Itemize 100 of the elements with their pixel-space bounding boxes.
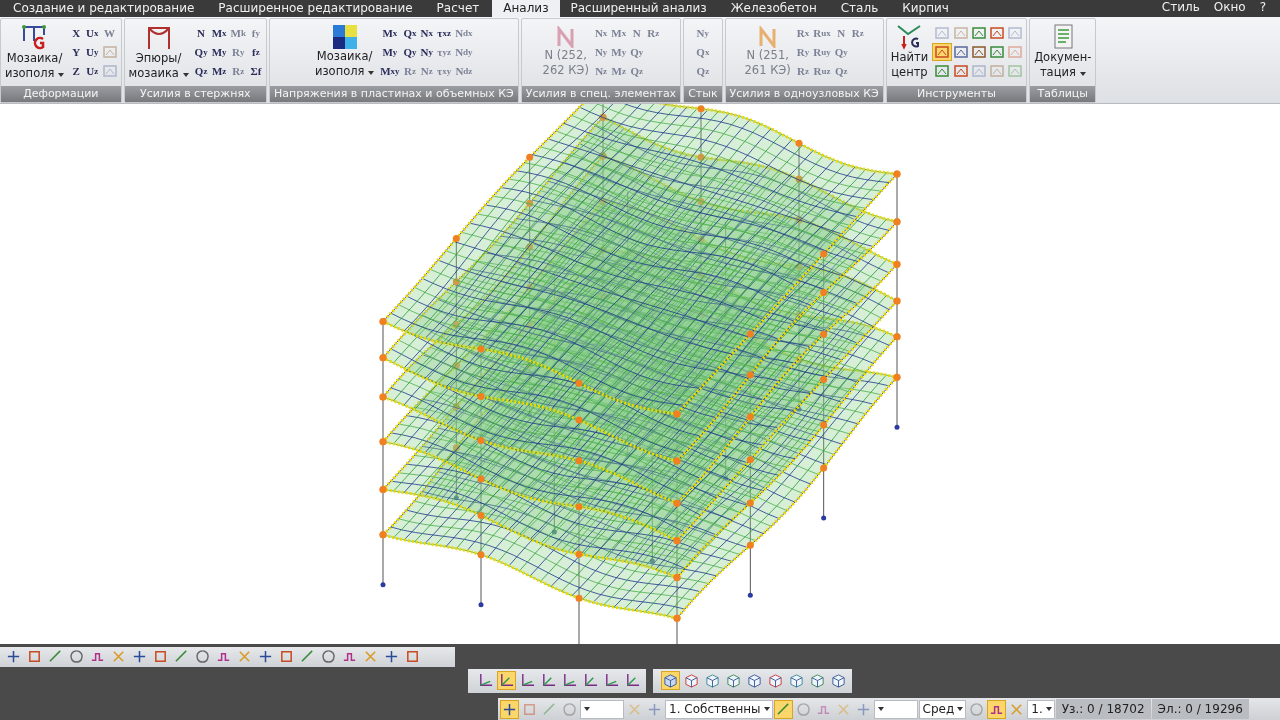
tool-icon	[1008, 63, 1023, 78]
tool-icon	[775, 701, 791, 717]
cube-icon	[705, 673, 720, 689]
large-tool-button[interactable]: Мозаика/ изополя	[3, 21, 67, 84]
tool-icon	[502, 701, 517, 717]
tool-icon	[1008, 25, 1023, 40]
tool-button[interactable]	[661, 671, 680, 691]
status-counter: Эл.: 0 / 19296	[1151, 699, 1249, 719]
tool-icon	[102, 44, 117, 59]
axes-icon	[896, 24, 923, 51]
caret-icon	[763, 707, 770, 711]
tool-button[interactable]	[745, 671, 764, 691]
tool-icon	[27, 649, 42, 665]
group-title: Стык	[684, 85, 722, 102]
tool-button[interactable]	[497, 671, 516, 691]
group-title: Усилия в спец. элементах	[521, 85, 681, 102]
caret-icon	[957, 707, 964, 711]
result-button[interactable]: Z	[68, 61, 85, 80]
large-tool-button[interactable]: Найти центр	[888, 22, 931, 83]
cube-icon	[810, 673, 825, 689]
menu-item[interactable]: Окно	[1213, 0, 1246, 17]
tool-icon	[1008, 44, 1023, 59]
axes-icon	[520, 673, 535, 689]
menu-item[interactable]: Стиль	[1161, 0, 1200, 17]
color-squares-icon	[332, 25, 357, 50]
menu-tab[interactable]: Железобетон	[719, 0, 828, 17]
menu-tab[interactable]: Сталь	[829, 0, 890, 17]
dropdown[interactable]: 1. Собственны	[665, 699, 773, 719]
tool-icon	[174, 649, 189, 665]
result-button[interactable]: Σf	[247, 61, 264, 80]
dropdown[interactable]: Сред	[918, 699, 967, 719]
tool-icon	[102, 63, 117, 78]
tool-icon	[363, 649, 378, 665]
caret-icon	[877, 707, 884, 711]
menu-item[interactable]: ?	[1259, 0, 1266, 17]
tool-icon	[990, 25, 1005, 40]
tool-icon	[321, 649, 336, 665]
tool-icon	[954, 25, 969, 40]
dropdown[interactable]	[873, 699, 918, 719]
cube-icon	[747, 673, 762, 689]
group-title: Таблицы	[1030, 85, 1096, 102]
tool-icon	[195, 649, 210, 665]
tool-icon	[237, 649, 252, 665]
tool-icon	[279, 649, 294, 665]
grid-letter-icon	[20, 23, 49, 52]
tool-icon	[972, 25, 987, 40]
tool-icon	[647, 701, 662, 717]
status-counter: Уз.: 0 / 18702	[1055, 699, 1151, 719]
status-button[interactable]	[987, 699, 1007, 719]
cube-icon	[831, 673, 846, 689]
tool-button[interactable]	[766, 671, 785, 691]
tool-button[interactable]	[829, 671, 848, 691]
tool-icon	[990, 44, 1005, 59]
status-button[interactable]	[500, 699, 519, 719]
dropdown[interactable]: 1.	[1027, 699, 1055, 719]
tool-button[interactable]	[787, 671, 806, 691]
axes-icon	[478, 673, 493, 689]
result-button[interactable]: X	[68, 23, 85, 42]
tool-icon	[935, 25, 950, 40]
axes-icon	[499, 673, 514, 689]
menu-tab[interactable]: Расширенный анализ	[559, 0, 718, 17]
menu-tab[interactable]: Создание и редактирование	[2, 0, 206, 17]
tool-icon	[405, 649, 420, 665]
large-tool-button[interactable]: Докумен- тация	[1032, 22, 1094, 83]
axes-icon	[604, 673, 619, 689]
cube-icon	[663, 673, 678, 689]
axes-icon	[583, 673, 598, 689]
menu-tab[interactable]: Кирпич	[891, 0, 960, 17]
status-button[interactable]	[773, 699, 793, 719]
group-title: Деформации	[1, 85, 121, 102]
menu-tab[interactable]: Анализ	[492, 0, 560, 17]
tool-icon	[1009, 701, 1025, 717]
tool-icon	[954, 63, 969, 78]
group-title: Усилия в одноузловых КЭ	[725, 85, 883, 102]
result-button[interactable]: N	[192, 23, 210, 42]
tool-icon	[855, 701, 871, 717]
result-button[interactable]: Y	[68, 42, 85, 61]
tool-icon	[542, 701, 557, 717]
menu-tab[interactable]: Расчет	[425, 0, 491, 17]
tool-icon	[522, 701, 537, 717]
tool-icon	[954, 44, 969, 59]
tool-button[interactable]	[932, 42, 953, 61]
dropdown[interactable]	[580, 699, 624, 719]
group-title: Инструменты	[886, 85, 1027, 102]
large-tool-button[interactable]: Мозаика/ изополя	[313, 23, 377, 82]
menu-tab[interactable]: Расширенное редактирование	[207, 0, 424, 17]
tool-button[interactable]	[703, 671, 722, 691]
letter-icon	[757, 26, 778, 49]
cube-icon	[684, 673, 699, 689]
tool-button[interactable]	[808, 671, 827, 691]
tool-icon	[969, 701, 985, 717]
tool-icon	[6, 649, 21, 665]
axes-icon	[562, 673, 577, 689]
group-title: Усилия в стержнях	[124, 85, 266, 102]
tool-button[interactable]	[682, 671, 701, 691]
large-tool-button[interactable]: Эпюры/ мозаика	[126, 21, 191, 84]
tool-icon	[132, 649, 147, 665]
axes-icon	[541, 673, 556, 689]
tool-button[interactable]	[724, 671, 743, 691]
tool-icon	[627, 701, 642, 717]
